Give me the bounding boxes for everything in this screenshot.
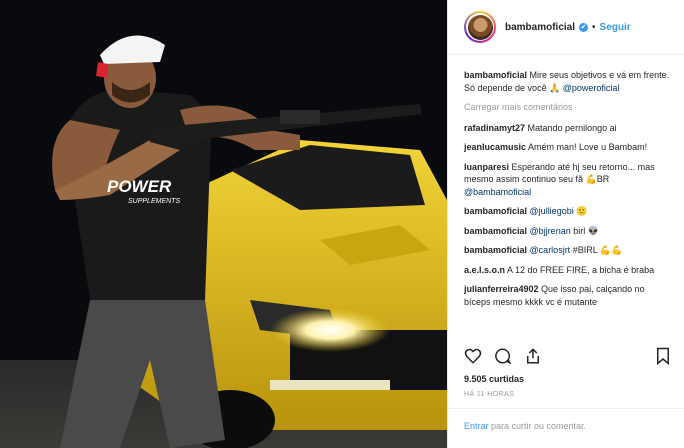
action-bar [464, 344, 672, 368]
post-sidebar: bambamoficial ✔ • Seguir bambamoficial M… [447, 0, 684, 448]
shirt-logo-line1: POWER [107, 177, 172, 196]
heart-icon[interactable] [464, 347, 482, 365]
login-prompt: Entrar para curtir ou comentar. [464, 421, 586, 431]
comment-icon[interactable] [494, 347, 512, 365]
comment-username[interactable]: julianferreira4902 [464, 284, 539, 294]
comment-item: jeanlucamusic Amém man! Love u Bambam! [464, 141, 672, 154]
header-username[interactable]: bambamoficial [505, 22, 575, 33]
comment-text: #BIRL 💪💪 [570, 245, 623, 255]
comment-item: bambamoficial @julliegobi 🙂 [464, 205, 672, 218]
comment-mention[interactable]: @bambamoficial [464, 187, 531, 197]
comment-username[interactable]: rafadinamyt27 [464, 123, 525, 133]
comment-mention[interactable]: @bjjrenan [530, 226, 571, 236]
post-header: bambamoficial ✔ • Seguir [448, 0, 684, 55]
comment-text: Matando pernilongo ai [525, 122, 617, 133]
avatar[interactable] [464, 11, 496, 43]
caption-username[interactable]: bambamoficial [464, 70, 527, 80]
login-link[interactable]: Entrar [464, 421, 489, 431]
avatar-ring [466, 13, 494, 41]
photo-illustration: POWER SUPPLEMENTS [0, 0, 447, 448]
comment-username[interactable]: bambamoficial [464, 206, 527, 216]
comment-text: Amém man! Love u Bambam! [526, 142, 648, 152]
comment-username[interactable]: bambamoficial [464, 245, 527, 255]
bookmark-icon[interactable] [654, 347, 672, 365]
comment-username[interactable]: a.e.l.s.o.n [464, 265, 505, 275]
post-photo[interactable]: POWER SUPPLEMENTS [0, 0, 447, 448]
divider [448, 408, 684, 409]
comment-item: bambamoficial @carlosjrt #BIRL 💪💪 [464, 244, 672, 257]
comments-list: bambamoficial Mire seus objetivos e vá e… [448, 55, 684, 308]
login-prompt-text: para curtir ou comentar. [488, 421, 587, 431]
comment-text: A 12 do FREE FIRE, a bicha é braba [505, 264, 655, 275]
comment-item: a.e.l.s.o.n A 12 do FREE FIRE, a bicha é… [464, 264, 672, 277]
load-more-comments[interactable]: Carregar mais comentários [464, 101, 672, 114]
comment-mention[interactable]: @carlosjrt [530, 245, 571, 255]
separator-dot: • [592, 21, 596, 33]
instagram-post: POWER SUPPLEMENTS bambamoficial ✔ • Segu… [0, 0, 684, 448]
comment-item: julianferreira4902 Que isso pai, calçand… [464, 283, 672, 308]
comment-item: bambamoficial @bjjrenan birl 👽 [464, 225, 672, 238]
comment-username[interactable]: jeanlucamusic [464, 142, 526, 152]
comment-username[interactable]: luanparesi [464, 162, 509, 172]
comment-username[interactable]: bambamoficial [464, 226, 527, 236]
shirt-logo-line2: SUPPLEMENTS [128, 198, 180, 205]
caption-mention[interactable]: @poweroficial [563, 83, 620, 93]
comment-text: birl 👽 [570, 225, 599, 236]
share-icon[interactable] [524, 347, 542, 365]
comment-item: luanparesi Esperando até hj seu retorno.… [464, 161, 672, 199]
verified-badge-icon: ✔ [579, 22, 589, 32]
likes-count[interactable]: 9.505 curtidas [464, 374, 524, 384]
post-timestamp: HÁ 11 HORAS [464, 391, 515, 398]
avatar-image [467, 14, 493, 40]
follow-button[interactable]: Seguir [600, 22, 631, 33]
caption: bambamoficial Mire seus objetivos e vá e… [464, 69, 672, 94]
comment-mention[interactable]: @julliegobi [530, 206, 574, 216]
comment-text: 🙂 [573, 206, 588, 216]
comment-item: rafadinamyt27 Matando pernilongo ai [464, 122, 672, 135]
